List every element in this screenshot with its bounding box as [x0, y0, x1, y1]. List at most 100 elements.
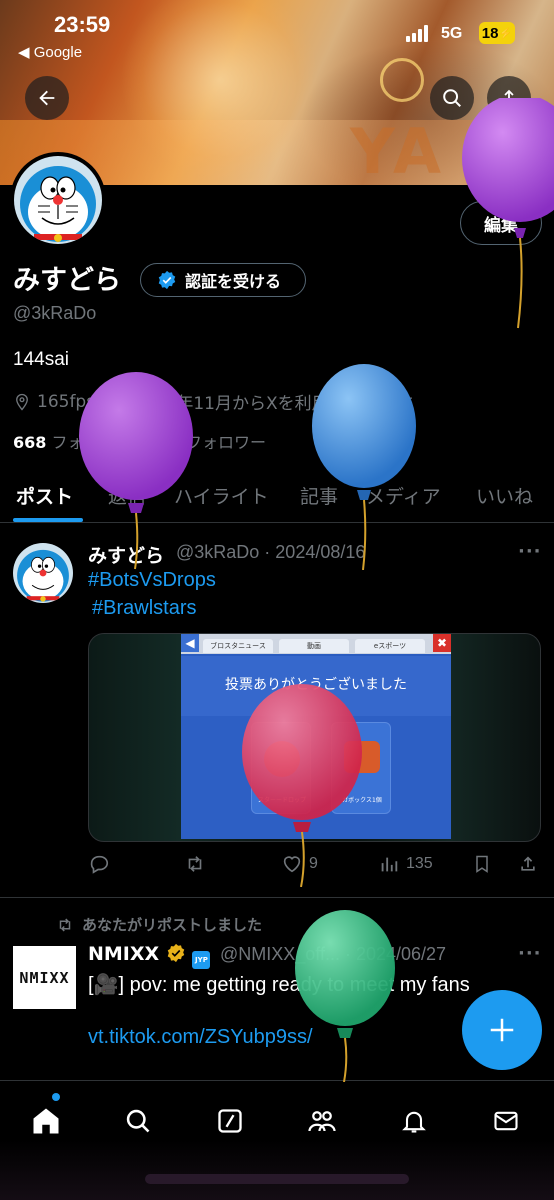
- tab-highlights[interactable]: ハイライト: [174, 482, 269, 509]
- cellular-signal-icon: [406, 24, 428, 42]
- profile-bio: 144sai: [13, 349, 69, 370]
- game-tab: 動画: [279, 639, 349, 653]
- battery-level: 18: [481, 24, 499, 42]
- repost-notice: あなたがリポストしました: [56, 914, 262, 935]
- like-button[interactable]: 9: [281, 853, 318, 875]
- status-time: 23:59: [54, 12, 111, 37]
- home-notification-dot: [52, 1093, 60, 1101]
- profile-avatar[interactable]: [10, 152, 106, 248]
- followers-count: 373: [147, 433, 181, 452]
- post-text: [🎥] pov: me getting ready to meet my fan…: [88, 974, 470, 996]
- followers-label: フォロワー: [186, 433, 267, 452]
- share-button[interactable]: [487, 76, 531, 120]
- notifications-icon: [402, 1111, 426, 1133]
- status-bar: 23:59 ◀ Google 5G 18 ⚡: [0, 0, 554, 70]
- repost-button[interactable]: [184, 853, 206, 875]
- search-button[interactable]: [430, 76, 474, 120]
- nav-home[interactable]: [26, 1101, 66, 1141]
- affiliate-badge: JYP: [192, 951, 211, 969]
- share-icon: [501, 89, 517, 106]
- search-icon: [443, 89, 461, 107]
- post-divider: [0, 897, 554, 898]
- profile-name: みすどら: [13, 265, 121, 296]
- share-post-button[interactable]: [518, 853, 538, 875]
- post-hashtag[interactable]: #BotsVsDrops: [88, 569, 216, 592]
- like-count: 9: [309, 855, 318, 872]
- game-reward-card: スターードロップ: [251, 722, 311, 814]
- messages-icon: [494, 1111, 518, 1131]
- post-link[interactable]: vt.tiktok.com/ZSYubp9ss/: [88, 1026, 313, 1049]
- profile-joined-date: 2020年11月からXを利用しています: [133, 394, 414, 414]
- nav-messages[interactable]: [486, 1101, 526, 1141]
- edit-profile-label: 編集: [484, 215, 518, 236]
- nav-notifications[interactable]: [394, 1101, 434, 1141]
- active-tab-indicator: [13, 518, 83, 522]
- followers-link[interactable]: 373 フォロワー: [148, 429, 267, 453]
- gold-verified-badge-icon: [167, 943, 185, 963]
- following-link[interactable]: 668 フォロー中: [13, 429, 132, 453]
- game-tab: ブロスタニュース: [203, 639, 273, 653]
- follow-stats: 668 フォロー中 373 フォロワー: [13, 429, 266, 453]
- post-hashtag[interactable]: #Brawlstars: [92, 597, 196, 620]
- reply-icon: [90, 855, 109, 874]
- post-author-name-text: NMIXX: [88, 943, 160, 965]
- views-button[interactable]: 135: [378, 853, 433, 875]
- game-back-icon: ◀: [181, 634, 199, 652]
- post-author-name[interactable]: NMIXX JYP: [88, 943, 211, 969]
- tab-replies[interactable]: 返信: [108, 482, 146, 509]
- tab-posts[interactable]: ポスト: [16, 482, 73, 509]
- plus-icon: [490, 1018, 514, 1042]
- views-icon: [381, 857, 398, 872]
- nav-search[interactable]: [118, 1101, 158, 1141]
- edit-profile-button[interactable]: 編集: [460, 201, 542, 245]
- repost-icon: [59, 917, 71, 932]
- home-icon: [33, 1108, 59, 1134]
- get-verified-label: 認証を受ける: [185, 272, 282, 291]
- game-tab: eスポーツ: [355, 639, 425, 653]
- profile-handle: @3kRaDo: [13, 303, 97, 323]
- repost-icon: [188, 856, 202, 872]
- view-count: 135: [406, 855, 433, 872]
- following-count: 668: [13, 433, 47, 452]
- tab-articles[interactable]: 記事: [300, 482, 338, 509]
- repost-notice-text: あなたがリポストしました: [82, 916, 263, 934]
- post-author-name[interactable]: みすどら: [88, 541, 164, 568]
- nmixx-logo: NMIXX: [19, 968, 70, 987]
- game-card-label: ガボックス1個: [342, 797, 382, 804]
- following-label: フォロー中: [51, 433, 132, 452]
- bookmark-icon: [476, 855, 488, 873]
- grok-icon: [218, 1109, 242, 1133]
- profile-location: 165fps: [37, 391, 96, 412]
- reply-button[interactable]: [88, 853, 110, 875]
- post-author-avatar[interactable]: NMIXX: [13, 946, 76, 1009]
- tab-media[interactable]: メディア: [366, 482, 441, 509]
- communities-icon: [308, 1111, 336, 1132]
- tab-likes[interactable]: いいね: [476, 482, 533, 509]
- back-button[interactable]: [25, 76, 69, 120]
- battery-icon: 18 ⚡: [479, 22, 515, 44]
- post-more-icon[interactable]: ···: [518, 541, 542, 562]
- nav-communities[interactable]: [302, 1101, 342, 1141]
- profile-tabs: ポスト 返信 ハイライト 記事 メディア いいね: [0, 466, 554, 523]
- share-icon: [521, 856, 535, 871]
- home-indicator: [145, 1174, 409, 1184]
- game-reward-card: ガボックス1個: [331, 722, 391, 814]
- post-more-icon[interactable]: ···: [518, 943, 542, 964]
- post-actions: 9 135: [88, 853, 538, 883]
- calendar-icon: [110, 394, 126, 409]
- get-verified-button[interactable]: 認証を受ける: [140, 263, 306, 297]
- post-media-image[interactable]: ◀ ブロスタニュース 動画 eスポーツ ✖ 投票ありがとうございました スターー…: [88, 633, 541, 842]
- profile-meta: 165fps 2020年11月からXを利用しています: [13, 389, 413, 414]
- verified-badge-icon: [158, 270, 176, 290]
- bookmark-button[interactable]: [472, 853, 492, 875]
- heart-icon: [283, 856, 301, 873]
- location-icon: [16, 393, 28, 411]
- nav-grok[interactable]: [210, 1101, 250, 1141]
- compose-post-button[interactable]: [462, 990, 542, 1070]
- game-message: 投票ありがとうございました: [225, 677, 407, 693]
- network-type: 5G: [441, 25, 463, 42]
- game-card-label: スターードロップ: [257, 797, 306, 804]
- back-to-app-link[interactable]: ◀ Google: [18, 43, 82, 61]
- post-author-avatar[interactable]: [13, 543, 73, 603]
- post-meta: @3kRaDo · 2024/08/16: [176, 542, 366, 562]
